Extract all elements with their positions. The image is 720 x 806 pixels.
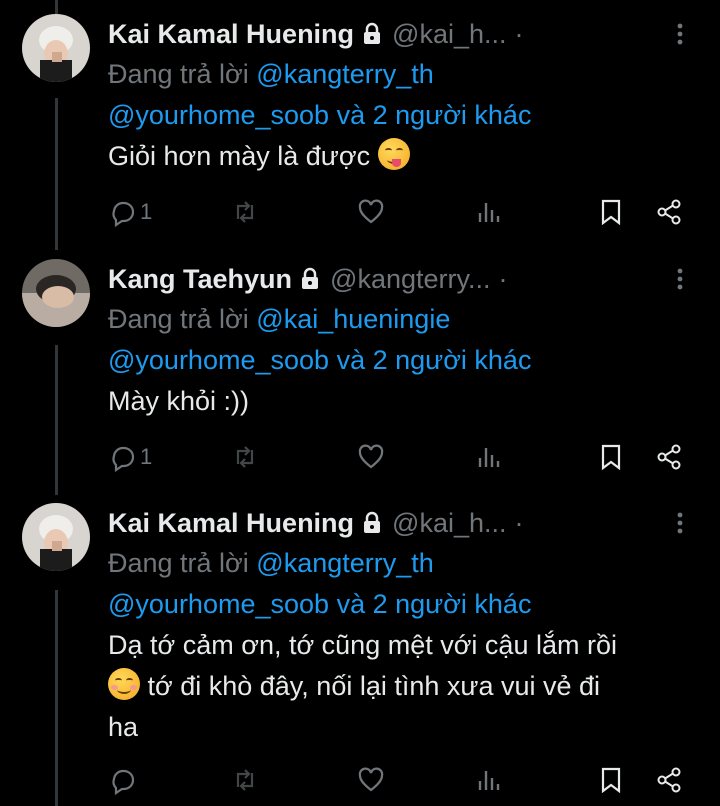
separator-dot: · xyxy=(498,263,508,294)
action-bar: 1 xyxy=(108,192,698,232)
like-button[interactable] xyxy=(356,437,386,477)
tweet-text: Dạ tớ cảm ơn, tớ cũng mệt với cậu lắm rồ… xyxy=(108,625,698,748)
more-icon[interactable] xyxy=(662,505,698,541)
share-icon xyxy=(657,199,681,225)
share-button[interactable] xyxy=(654,437,684,477)
reply-button[interactable] xyxy=(108,760,140,800)
others-link[interactable]: và 2 người khác xyxy=(337,100,532,130)
mention-link[interactable]: @kai_hueningie xyxy=(256,304,450,334)
thread-line xyxy=(55,345,58,495)
views-button[interactable] xyxy=(474,760,504,800)
tweet-text-line: Dạ tớ cảm ơn, tớ cũng mệt với cậu lắm rồ… xyxy=(108,630,617,660)
user-handle[interactable]: @kai_h... xyxy=(392,508,506,539)
replying-to: Đang trả lời @kangterry_th @yourhome_soo… xyxy=(108,54,698,136)
reply-icon xyxy=(112,446,135,472)
retweet-icon xyxy=(236,769,254,791)
bookmark-button[interactable] xyxy=(596,192,626,232)
yum-face-icon xyxy=(377,138,410,170)
bookmark-button[interactable] xyxy=(596,760,626,800)
others-link[interactable]: và 2 người khác xyxy=(337,345,532,375)
share-icon xyxy=(657,444,681,470)
bookmark-icon xyxy=(601,767,621,794)
like-icon xyxy=(358,767,384,792)
reply-count: 1 xyxy=(140,444,153,469)
thread-line xyxy=(55,98,58,250)
action-bar xyxy=(108,760,698,800)
reply-button[interactable]: 1 xyxy=(108,437,152,477)
share-icon xyxy=(657,767,681,793)
reply-button[interactable]: 1 xyxy=(108,192,152,232)
avatar[interactable] xyxy=(22,259,90,327)
views-button[interactable] xyxy=(474,192,504,232)
user-handle[interactable]: @kai_h... xyxy=(392,19,506,50)
others-link[interactable]: và 2 người khác xyxy=(337,589,532,619)
reply-icon xyxy=(112,769,135,795)
like-button[interactable] xyxy=(356,760,386,800)
action-bar: 1 xyxy=(108,437,698,477)
mention-link[interactable]: @kangterry_th xyxy=(256,59,434,89)
separator-dot: · xyxy=(514,18,524,49)
separator-dot: · xyxy=(514,507,524,538)
lock-icon xyxy=(300,267,320,291)
bookmark-button[interactable] xyxy=(596,437,626,477)
bookmark-icon xyxy=(601,199,621,226)
reply-prefix: Đang trả lời xyxy=(108,548,249,578)
like-icon xyxy=(358,199,384,224)
reply-prefix: Đang trả lời xyxy=(108,304,249,334)
mention-link[interactable]: @yourhome_soob xyxy=(108,589,329,619)
user-handle[interactable]: @kangterry... xyxy=(330,264,490,295)
reply-count: 1 xyxy=(140,199,153,224)
tweet-text-line: ha xyxy=(108,712,139,742)
tweet-text: Giỏi hơn mày là được xyxy=(108,136,698,177)
avatar[interactable] xyxy=(22,503,90,571)
more-icon[interactable] xyxy=(662,16,698,52)
mention-link[interactable]: @kangterry_th xyxy=(256,548,434,578)
tweet-text-content: Giỏi hơn mày là được xyxy=(108,141,371,171)
thread-line xyxy=(55,0,58,14)
retweet-button[interactable] xyxy=(230,192,260,232)
display-name[interactable]: Kai Kamal Huening xyxy=(108,508,354,539)
more-icon[interactable] xyxy=(662,261,698,297)
replying-to: Đang trả lời @kai_hueningie @yourhome_so… xyxy=(108,299,698,381)
tweet-text-content: tớ đi khò đây, nối lại tình xưa vui vẻ đ… xyxy=(147,671,601,701)
share-button[interactable] xyxy=(654,760,684,800)
like-icon xyxy=(358,444,384,469)
tweet-text-line: tớ đi khò đây, nối lại tình xưa vui vẻ đ… xyxy=(108,666,698,707)
like-button[interactable] xyxy=(356,192,386,232)
display-name[interactable]: Kai Kamal Huening xyxy=(108,19,354,50)
views-button[interactable] xyxy=(474,437,504,477)
retweet-button[interactable] xyxy=(230,760,260,800)
reply-prefix: Đang trả lời xyxy=(108,59,249,89)
thread-line xyxy=(55,590,58,806)
bookmark-icon xyxy=(601,444,621,471)
mention-link[interactable]: @yourhome_soob xyxy=(108,345,329,375)
replying-to: Đang trả lời @kangterry_th @yourhome_soo… xyxy=(108,543,698,625)
lock-icon xyxy=(362,22,382,46)
lock-icon xyxy=(362,511,382,535)
reply-icon xyxy=(112,201,135,227)
retweet-icon xyxy=(236,201,254,223)
views-icon xyxy=(478,203,500,222)
retweet-icon xyxy=(236,446,254,468)
avatar[interactable] xyxy=(22,14,90,82)
display-name[interactable]: Kang Taehyun xyxy=(108,264,292,295)
smiling-face-with-blush-icon xyxy=(108,668,140,700)
share-button[interactable] xyxy=(654,192,684,232)
views-icon xyxy=(478,448,500,467)
retweet-button[interactable] xyxy=(230,437,260,477)
views-icon xyxy=(478,771,500,790)
tweet-text: Mày khỏi :)) xyxy=(108,386,250,416)
mention-link[interactable]: @yourhome_soob xyxy=(108,100,329,130)
